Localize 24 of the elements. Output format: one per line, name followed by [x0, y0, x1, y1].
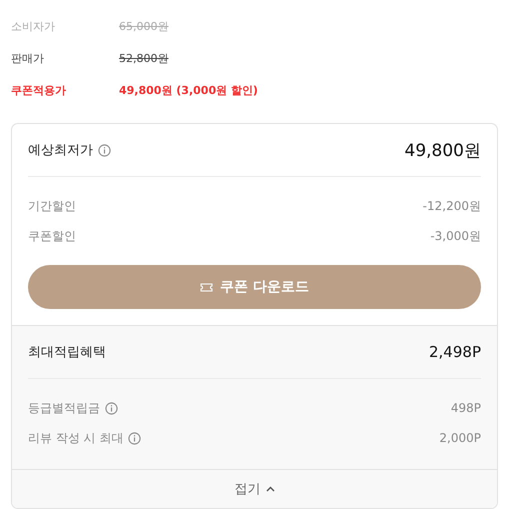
row-value: -12,200원 — [422, 198, 481, 214]
section-title: 예상최저가 — [28, 142, 93, 159]
price-label: 소비자가 — [11, 18, 56, 34]
section-title: 최대적립혜택 — [28, 344, 106, 361]
row-label: 리뷰 작성 시 최대 — [28, 430, 124, 446]
row-label: 쿠폰할인 — [28, 228, 76, 244]
price-value: 65,000원 — [119, 18, 168, 34]
info-icon[interactable] — [98, 144, 111, 156]
collapse-button[interactable]: 접기 — [228, 479, 280, 499]
info-icon[interactable] — [105, 402, 118, 414]
row-value: -3,000원 — [430, 228, 481, 244]
row-label: 기간할인 — [28, 198, 76, 214]
row-label: 등급별적립금 — [28, 400, 100, 416]
price-value: 49,800원 (3,000원 할인) — [119, 82, 258, 98]
total-value: 2,498P — [429, 343, 481, 361]
chevron-icon — [266, 486, 274, 492]
price-label: 판매가 — [11, 50, 45, 66]
price-value: 52,800원 — [119, 50, 168, 66]
total-value: 49,800원 — [404, 140, 481, 162]
price-label: 쿠폰적용가 — [11, 82, 67, 98]
row-value: 498P — [450, 401, 481, 415]
info-icon[interactable] — [128, 432, 142, 444]
ticket-icon — [200, 282, 214, 292]
row-value: 2,000P — [439, 431, 481, 445]
